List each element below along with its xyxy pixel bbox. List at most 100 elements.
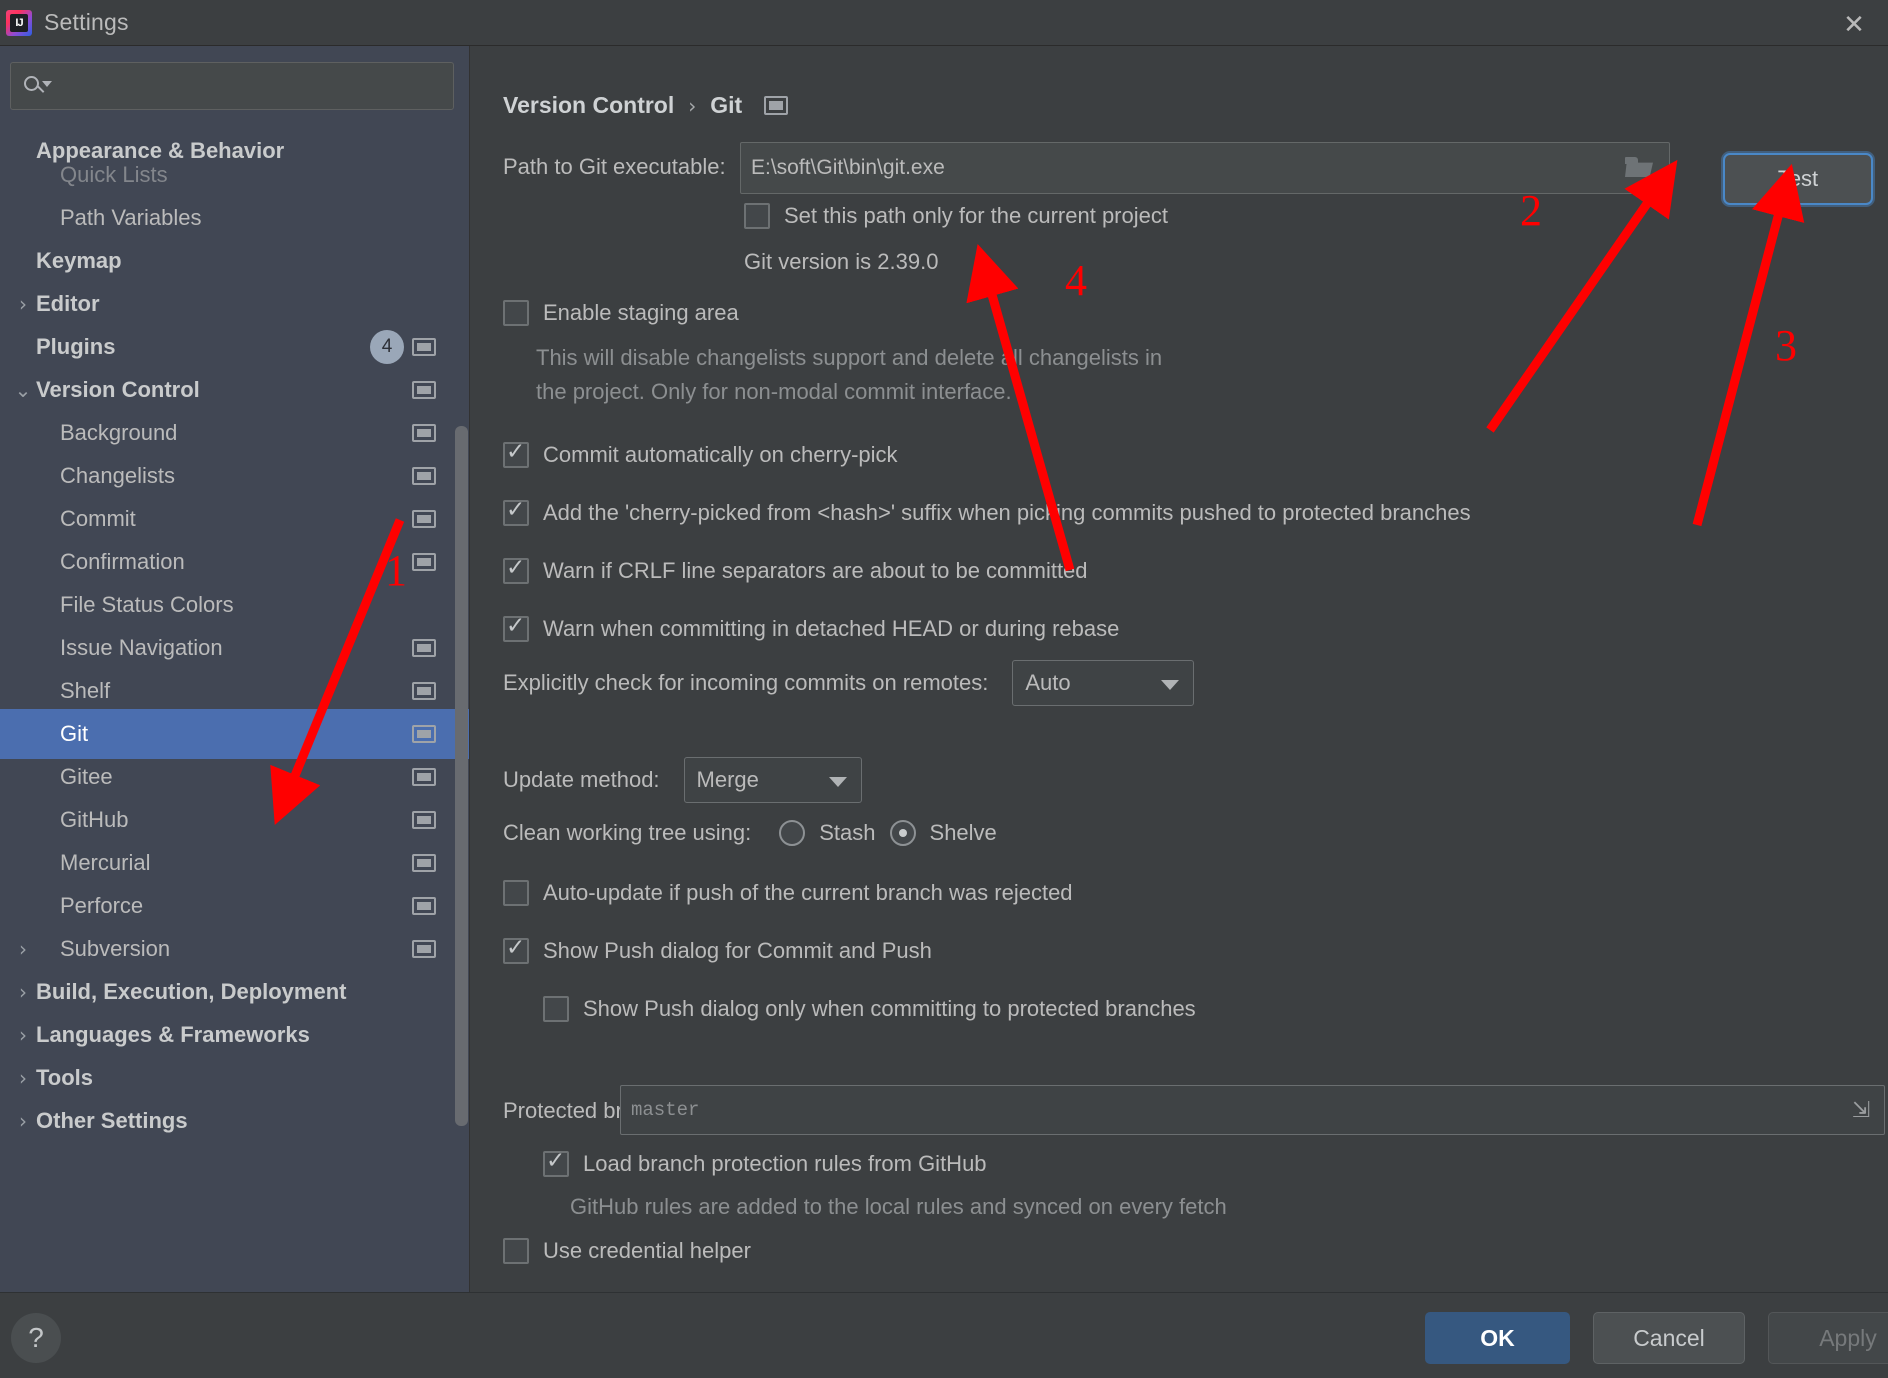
project-settings-icon <box>412 940 436 958</box>
sidebar-item-label: Mercurial <box>60 850 151 875</box>
close-icon[interactable]: ✕ <box>1834 8 1874 42</box>
show-push-dialog-protected-checkbox[interactable] <box>543 996 569 1022</box>
show-push-dialog-protected-row[interactable]: Show Push dialog only when committing to… <box>543 996 1196 1022</box>
update-method-value: Merge <box>696 767 759 792</box>
sidebar-item-label: Plugins <box>36 334 116 359</box>
sidebar-item-badge: 4 <box>370 330 404 364</box>
commit-on-cherry-pick-label: Commit automatically on cherry-pick <box>543 442 898 467</box>
add-cherry-picked-suffix-row[interactable]: Add the 'cherry-picked from <hash>' suff… <box>503 497 1471 526</box>
set-path-only-current-project-label: Set this path only for the current proje… <box>784 203 1168 228</box>
annotation-number-1: 1 <box>385 546 407 595</box>
window-title-bar: IJ Settings ✕ <box>0 0 1888 45</box>
sidebar-item-label: Gitee <box>60 764 113 789</box>
update-method-select[interactable]: Merge <box>683 757 862 803</box>
incoming-commits-select[interactable]: Auto <box>1012 660 1195 706</box>
load-branch-protection-row[interactable]: Load branch protection rules from GitHub <box>543 1148 987 1177</box>
dialog-footer: ? OK Cancel Apply <box>0 1292 1888 1378</box>
clean-working-tree-radio-shelve[interactable] <box>889 820 916 846</box>
show-push-dialog-row[interactable]: Show Push dialog for Commit and Push <box>503 935 932 964</box>
expand-icon[interactable]: ⇲ <box>1848 1098 1874 1124</box>
annotation-number-4: 4 <box>1065 256 1087 305</box>
clean-working-tree-option-stash: Stash <box>819 820 876 845</box>
breadcrumb-parent[interactable]: Version Control <box>503 92 674 119</box>
breadcrumb-current: Git <box>710 92 743 118</box>
chevron-down-icon: ⌄ <box>14 378 32 402</box>
dialog-content: ›Appearance & Behavior›Quick Lists›Path … <box>0 45 1888 1292</box>
chevron-right-icon: › <box>19 937 27 961</box>
chevron-right-icon: › <box>19 292 27 316</box>
intellij-idea-icon: IJ <box>4 8 34 38</box>
sidebar-item-label: Git <box>60 721 89 746</box>
search-icon <box>23 73 52 99</box>
git-settings-panel: Version Control › Git Path to Git execut… <box>470 46 1888 1292</box>
window-title: Settings <box>44 9 129 35</box>
warn-detached-head-row[interactable]: Warn when committing in detached HEAD or… <box>503 613 1119 642</box>
sidebar-item-label: Build, Execution, Deployment <box>36 979 347 1004</box>
set-path-only-current-project-checkbox[interactable] <box>744 203 770 229</box>
staging-hint-line-1: This will disable changelists support an… <box>536 345 1163 370</box>
use-credential-helper-label: Use credential helper <box>543 1238 751 1263</box>
protected-branches-field[interactable]: master ⇲ <box>620 1085 1885 1135</box>
apply-button: Apply <box>1768 1312 1888 1364</box>
warn-detached-head-checkbox[interactable] <box>503 613 529 642</box>
enable-staging-area-checkbox[interactable] <box>503 300 529 326</box>
add-cherry-picked-suffix-checkbox[interactable] <box>503 497 529 526</box>
project-settings-icon <box>412 467 436 485</box>
auto-update-push-rejected-checkbox[interactable] <box>503 880 529 906</box>
update-method-row: Update method: Merge <box>503 757 862 803</box>
sidebar-item-label: Changelists <box>60 463 175 488</box>
auto-update-push-rejected-row[interactable]: Auto-update if push of the current branc… <box>503 880 1073 906</box>
question-mark-icon[interactable]: ? <box>11 1313 61 1363</box>
commit-on-cherry-pick-checkbox[interactable] <box>503 439 529 468</box>
sidebar-item-label: Other Settings <box>36 1108 188 1133</box>
project-settings-icon <box>412 381 436 399</box>
search-input[interactable] <box>55 75 441 97</box>
footer-divider <box>0 1292 1888 1293</box>
ok-button[interactable]: OK <box>1425 1312 1570 1364</box>
add-cherry-picked-suffix-label: Add the 'cherry-picked from <hash>' suff… <box>543 500 1471 525</box>
clean-working-tree-radio-stash[interactable] <box>779 820 806 846</box>
sidebar-item-label: Tools <box>36 1065 94 1090</box>
sidebar-item-other-settings[interactable]: › Other Settings <box>0 1096 470 1146</box>
clean-working-tree-label: Clean working tree using: <box>503 820 752 845</box>
sidebar-item-label: Subversion <box>60 936 171 961</box>
search-box[interactable] <box>10 62 454 110</box>
enable-staging-area-row[interactable]: Enable staging area <box>503 300 739 326</box>
test-button[interactable]: Test <box>1723 153 1873 205</box>
annotation-number-2: 2 <box>1520 186 1542 235</box>
use-credential-helper-row[interactable]: Use credential helper <box>503 1238 751 1264</box>
chevron-right-icon: › <box>19 980 27 1004</box>
incoming-commits-row: Explicitly check for incoming commits on… <box>503 660 1195 706</box>
set-path-only-current-project-row[interactable]: Set this path only for the current proje… <box>744 203 1168 229</box>
project-settings-icon <box>764 96 789 115</box>
sidebar-item-label: Path Variables <box>60 205 202 230</box>
chevron-down-icon <box>1161 680 1180 690</box>
sidebar-item-label: Version Control <box>36 377 200 402</box>
warn-crlf-checkbox[interactable] <box>503 555 529 584</box>
project-settings-icon <box>412 424 436 442</box>
cancel-button[interactable]: Cancel <box>1593 1312 1745 1364</box>
sidebar-item-label: Shelf <box>60 678 111 703</box>
git-version-text: Git version is 2.39.0 <box>744 249 939 274</box>
breadcrumb-separator: › <box>688 93 697 118</box>
use-credential-helper-checkbox[interactable] <box>503 1238 529 1264</box>
github-rules-hint: GitHub rules are added to the local rule… <box>570 1194 1227 1219</box>
show-push-dialog-checkbox[interactable] <box>503 935 529 964</box>
show-push-dialog-protected-label: Show Push dialog only when committing to… <box>583 996 1196 1021</box>
auto-update-push-rejected-label: Auto-update if push of the current branc… <box>543 880 1073 905</box>
git-path-row: Path to Git executable: E:\soft\Git\bin\… <box>470 142 1888 205</box>
incoming-commits-label: Explicitly check for incoming commits on… <box>503 670 989 695</box>
folder-icon[interactable] <box>1621 153 1659 183</box>
annotation-number-3: 3 <box>1775 321 1797 370</box>
sidebar-item-label: Confirmation <box>60 549 185 574</box>
warn-crlf-row[interactable]: Warn if CRLF line separators are about t… <box>503 555 1088 584</box>
sidebar-item-label: Languages & Frameworks <box>36 1022 310 1047</box>
commit-on-cherry-pick-row[interactable]: Commit automatically on cherry-pick <box>503 439 898 468</box>
sidebar-scrollbar[interactable] <box>455 426 468 1126</box>
git-path-label: Path to Git executable: <box>503 154 726 179</box>
project-settings-icon <box>412 854 436 872</box>
project-settings-icon <box>412 725 436 743</box>
project-settings-icon <box>412 811 436 829</box>
sidebar-item-label: Quick Lists <box>60 162 168 187</box>
load-branch-protection-checkbox[interactable] <box>543 1148 569 1177</box>
